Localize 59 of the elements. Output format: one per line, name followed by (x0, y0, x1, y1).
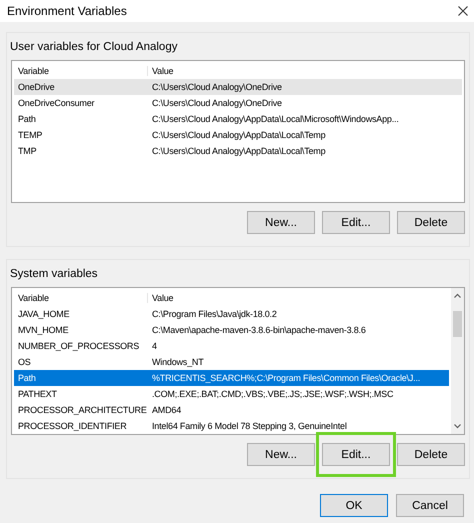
list-row[interactable]: PROCESSOR_ARCHITECTURE AMD64 (14, 402, 449, 418)
dialog-button[interactable]: Cancel (396, 494, 464, 517)
dialog-button[interactable]: Delete (397, 211, 465, 234)
dialog-button[interactable]: Edit... (322, 443, 390, 466)
variable-name: JAVA_HOME (17, 309, 70, 319)
list-row[interactable]: OneDriveConsumer C:\Users\Cloud Analogy\OneDrive (14, 95, 462, 111)
list-row[interactable]: Path %TRICENTIS_SEARCH%;C:\Program Files\Common Files\Oracle\J... (14, 370, 449, 386)
variable-value: C:\Users\Cloud Analogy\AppData\Local\Temp (151, 146, 326, 156)
list-row[interactable]: Path C:\Users\Cloud Analogy\AppData\Local\Microsoft\WindowsApp... (14, 111, 462, 127)
dialog-button[interactable]: New... (247, 211, 315, 234)
dialog-button[interactable]: Delete (397, 443, 465, 466)
column-header[interactable]: Variable (14, 66, 148, 76)
variable-name: NUMBER_OF_PROCESSORS (17, 341, 140, 351)
variable-name: TMP (17, 146, 38, 156)
variable-name: PROCESSOR_ARCHITECTURE (17, 405, 148, 415)
variable-name: OneDrive (17, 82, 56, 92)
variables-list[interactable] (11, 60, 465, 203)
variable-name: PATHEXT (17, 389, 58, 399)
variable-name: OS (17, 357, 32, 367)
list-row[interactable]: OneDrive C:\Users\Cloud Analogy\OneDrive (14, 79, 462, 95)
variable-value: C:\Program Files\Java\jdk-18.0.2 (151, 309, 277, 319)
variable-name: PROCESSOR_IDENTIFIER (17, 421, 128, 431)
variable-name: TEMP (17, 130, 44, 140)
variable-name: MVN_HOME (17, 325, 70, 335)
list-row[interactable]: TMP C:\Users\Cloud Analogy\AppData\Local\Temp (14, 143, 462, 159)
variable-value: Intel64 Family 6 Model 78 Stepping 3, GenuineIntel (151, 421, 347, 431)
scrollbar[interactable] (451, 288, 464, 434)
list-row[interactable]: NUMBER_OF_PROCESSORS 4 (14, 338, 449, 354)
variable-value: C:\Maven\apache-maven-3.8.6-bin\apache-maven-3.8.6 (151, 325, 366, 335)
close-icon[interactable] (458, 6, 468, 16)
variable-value: C:\Users\Cloud Analogy\AppData\Local\Microsoft\WindowsApp... (151, 114, 399, 124)
variable-name: Path (17, 114, 37, 124)
list-row[interactable]: TEMP C:\Users\Cloud Analogy\AppData\Local\Temp (14, 127, 462, 143)
column-header[interactable]: Variable (14, 293, 148, 303)
list-row[interactable]: OS Windows_NT (14, 354, 449, 370)
group-label: User variables for Cloud Analogy (10, 41, 178, 53)
variable-value: C:\Users\Cloud Analogy\OneDrive (151, 82, 282, 92)
variable-name: OneDriveConsumer (17, 98, 96, 108)
variable-value: C:\Users\Cloud Analogy\AppData\Local\Temp (151, 130, 326, 140)
list-row[interactable]: PATHEXT .COM;.EXE;.BAT;.CMD;.VBS;.VBE;.JS;.JSE;.WSF;.WSH;.MSC (14, 386, 449, 402)
column-header[interactable]: Value (148, 66, 462, 76)
dialog-button[interactable]: OK (320, 494, 388, 517)
variable-value: 4 (151, 341, 157, 351)
list-row[interactable]: JAVA_HOME C:\Program Files\Java\jdk-18.0.2 (14, 306, 449, 322)
variable-value: Windows_NT (151, 357, 204, 367)
variables-list[interactable] (11, 287, 465, 435)
list-row[interactable]: PROCESSOR_IDENTIFIER Intel64 Family 6 Model 78 Stepping 3, GenuineIntel (14, 418, 449, 434)
dialog-button[interactable]: New... (247, 443, 315, 466)
variable-value: AMD64 (151, 405, 182, 415)
list-row[interactable]: MVN_HOME C:\Maven\apache-maven-3.8.6-bin\apache-maven-3.8.6 (14, 322, 449, 338)
group-label: System variables (10, 268, 99, 280)
dialog-button[interactable]: Edit... (322, 211, 390, 234)
window-title: Environment Variables (7, 4, 127, 18)
column-header[interactable]: Value (148, 293, 449, 303)
variable-value: C:\Users\Cloud Analogy\OneDrive (151, 98, 282, 108)
scrollbar-thumb[interactable] (453, 311, 462, 337)
variable-value: .COM;.EXE;.BAT;.CMD;.VBS;.VBE;.JS;.JSE;.WSF;.WSH;.MSC (151, 389, 394, 399)
variable-value: %TRICENTIS_SEARCH%;C:\Program Files\Common Files\Oracle\J... (151, 373, 420, 383)
variable-name: Path (17, 373, 37, 383)
